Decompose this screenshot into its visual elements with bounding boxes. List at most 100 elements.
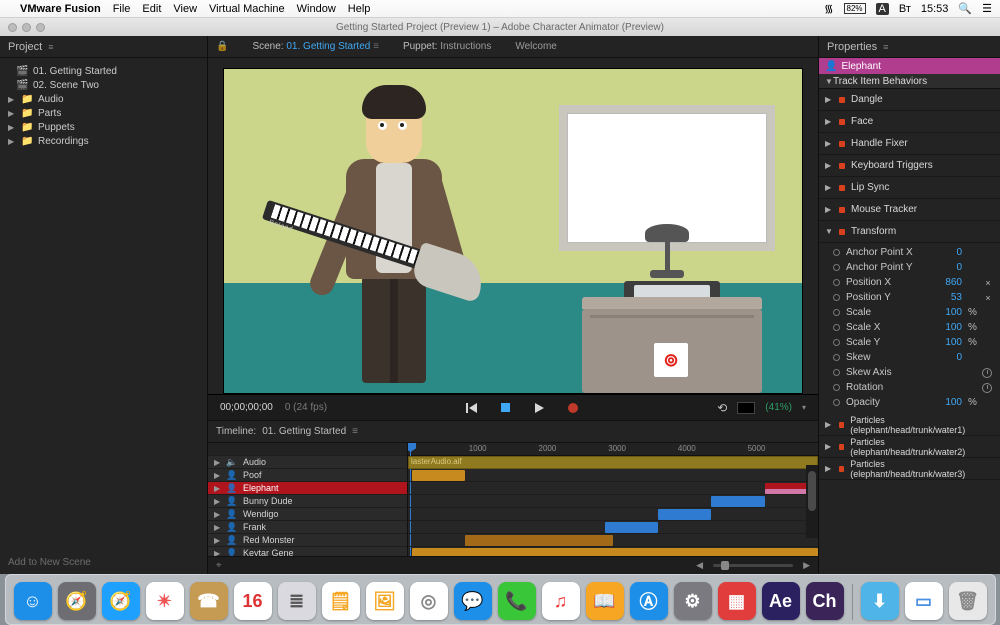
property-value[interactable]: 100 — [934, 322, 962, 333]
dock-app-icon[interactable]: ▦ — [718, 582, 756, 620]
panel-menu-icon[interactable]: ≡ — [48, 42, 53, 52]
enabled-indicator-icon[interactable] — [839, 119, 845, 125]
menubar-app-name[interactable]: VMware Fusion — [20, 3, 101, 15]
dock-app-icon[interactable]: ☺ — [14, 582, 52, 620]
properties-selection[interactable]: 👤 Elephant — [819, 58, 1000, 74]
keyframe-toggle-icon[interactable] — [833, 354, 840, 361]
property-row[interactable]: Rotation — [819, 380, 1000, 395]
timeline-track-row[interactable]: ▶👤Wendigo — [208, 508, 407, 521]
menubar-item[interactable]: Edit — [142, 3, 161, 15]
timeline-track-area[interactable]: 1000 2000 3000 4000 5000 lasterAudio.aif — [408, 443, 818, 556]
property-value[interactable]: 100 — [934, 337, 962, 348]
menubar-item[interactable]: File — [113, 3, 131, 15]
panel-menu-icon[interactable]: ≡ — [883, 42, 888, 52]
dock-app-icon[interactable]: ◎ — [410, 582, 448, 620]
dock-app-icon[interactable]: ⬇ — [861, 582, 899, 620]
project-item-scene[interactable]: 🎬02. Scene Two — [0, 78, 207, 92]
behavior-row[interactable]: ▶Face — [819, 111, 1000, 133]
timeline-track-row[interactable]: ▶👤Red Monster — [208, 534, 407, 547]
dock-app-icon[interactable]: 🗒 — [322, 582, 360, 620]
timeline-track-row[interactable]: ▶👤Poof — [208, 469, 407, 482]
keyframe-toggle-icon[interactable] — [833, 264, 840, 271]
timeline-ruler[interactable]: 1000 2000 3000 4000 5000 — [408, 443, 818, 456]
property-value[interactable]: 0 — [934, 352, 962, 363]
behavior-row[interactable]: ▶Keyboard Triggers — [819, 155, 1000, 177]
panel-menu-icon[interactable]: ≡ — [352, 426, 358, 437]
notification-center-icon[interactable]: ☰ — [982, 2, 992, 15]
record-button[interactable] — [567, 402, 579, 414]
project-folder[interactable]: ▶📁Parts — [0, 106, 207, 120]
property-value[interactable]: 0 — [934, 262, 962, 273]
scene-tab-active[interactable]: Scene: 01. Getting Started ≡ — [252, 41, 379, 52]
project-folder[interactable]: ▶📁Recordings — [0, 134, 207, 148]
dock-app-icon[interactable]: 🖼 — [366, 582, 404, 620]
input-source-icon[interactable]: A — [876, 3, 889, 15]
timeline-scrollbar-vertical[interactable] — [806, 465, 818, 538]
behavior-particles-row[interactable]: ▶Particles (elephant/head/trunk/water2) — [819, 436, 1000, 458]
keyframe-toggle-icon[interactable] — [833, 324, 840, 331]
dock-app-icon[interactable]: ♫ — [542, 582, 580, 620]
property-row[interactable]: Anchor Point X0 — [819, 245, 1000, 260]
stop-button[interactable] — [499, 402, 511, 414]
property-row[interactable]: Opacity100% — [819, 395, 1000, 410]
dock-app-icon[interactable]: ≣ — [278, 582, 316, 620]
dock-app-icon[interactable]: 📖 — [586, 582, 624, 620]
zoom-level[interactable]: (41%) — [765, 402, 792, 413]
keyframe-toggle-icon[interactable] — [833, 309, 840, 316]
behavior-particles-row[interactable]: ▶Particles (elephant/head/trunk/water3) — [819, 458, 1000, 480]
stopwatch-icon[interactable] — [982, 383, 992, 393]
keyframe-toggle-icon[interactable] — [833, 294, 840, 301]
zoom-in-icon[interactable]: ▶ — [803, 560, 810, 571]
property-value[interactable]: 0 — [934, 247, 962, 258]
timeline-track-row[interactable]: ▶👤Bunny Dude — [208, 495, 407, 508]
project-folder[interactable]: ▶📁Puppets — [0, 120, 207, 134]
keyframe-toggle-icon[interactable] — [833, 399, 840, 406]
property-value[interactable]: 100 — [934, 307, 962, 318]
property-value[interactable]: 860 — [934, 277, 962, 288]
spotlight-icon[interactable]: 🔍 — [958, 2, 972, 15]
behavior-row[interactable]: ▶Mouse Tracker — [819, 199, 1000, 221]
project-item-scene[interactable]: 🎬01. Getting Started — [0, 64, 207, 78]
menubar-item[interactable]: Virtual Machine — [209, 3, 285, 15]
enabled-indicator-icon[interactable] — [839, 466, 845, 472]
scene-tab[interactable]: Puppet: Instructions — [403, 41, 491, 52]
dock-app-icon[interactable]: ▭ — [905, 582, 943, 620]
behavior-particles-row[interactable]: ▶Particles (elephant/head/trunk/water1) — [819, 414, 1000, 436]
property-row[interactable]: Anchor Point Y0 — [819, 260, 1000, 275]
keyframe-toggle-icon[interactable] — [833, 369, 840, 376]
dock-app-icon[interactable]: Ⓐ — [630, 582, 668, 620]
timecode-display[interactable]: 00;00;00;00 — [220, 402, 273, 413]
stopwatch-icon[interactable] — [982, 368, 992, 378]
dock-app-icon[interactable]: ✴ — [146, 582, 184, 620]
property-row[interactable]: Scale Y100% — [819, 335, 1000, 350]
keyframe-toggle-icon[interactable] — [833, 279, 840, 286]
dock-app-icon[interactable]: 🗑 — [949, 582, 987, 620]
behavior-row[interactable]: ▶Handle Fixer — [819, 133, 1000, 155]
property-value[interactable]: 53 — [934, 292, 962, 303]
enabled-indicator-icon[interactable] — [839, 185, 845, 191]
dock-app-icon[interactable]: 💬 — [454, 582, 492, 620]
dock-app-icon[interactable]: 16 — [234, 582, 272, 620]
dock-app-icon[interactable]: ☎ — [190, 582, 228, 620]
property-row[interactable]: Position Y53× — [819, 290, 1000, 305]
keyframe-toggle-icon[interactable] — [833, 249, 840, 256]
enabled-indicator-icon[interactable] — [839, 422, 845, 428]
keyframe-toggle-icon[interactable] — [833, 339, 840, 346]
property-row[interactable]: Scale100% — [819, 305, 1000, 320]
lock-icon[interactable]: 🔒 — [216, 41, 228, 52]
enabled-indicator-icon[interactable] — [839, 444, 845, 450]
enabled-indicator-icon[interactable] — [839, 97, 845, 103]
panel-menu-icon[interactable]: ≡ — [373, 41, 379, 52]
property-value[interactable]: 100 — [934, 397, 962, 408]
timeline-zoom-slider[interactable] — [713, 564, 793, 567]
keyframe-toggle-icon[interactable] — [833, 384, 840, 391]
menubar-item[interactable]: View — [173, 3, 197, 15]
menubar-item[interactable]: Window — [297, 3, 336, 15]
dock-app-icon[interactable]: Ch — [806, 582, 844, 620]
property-row[interactable]: Position X860× — [819, 275, 1000, 290]
timeline-track-row[interactable]: ▶👤Keytar Gene — [208, 547, 407, 556]
dock-app-icon[interactable]: ⚙ — [674, 582, 712, 620]
bg-color-swatch[interactable] — [737, 402, 755, 414]
enabled-indicator-icon[interactable] — [839, 163, 845, 169]
enabled-indicator-icon[interactable] — [839, 141, 845, 147]
